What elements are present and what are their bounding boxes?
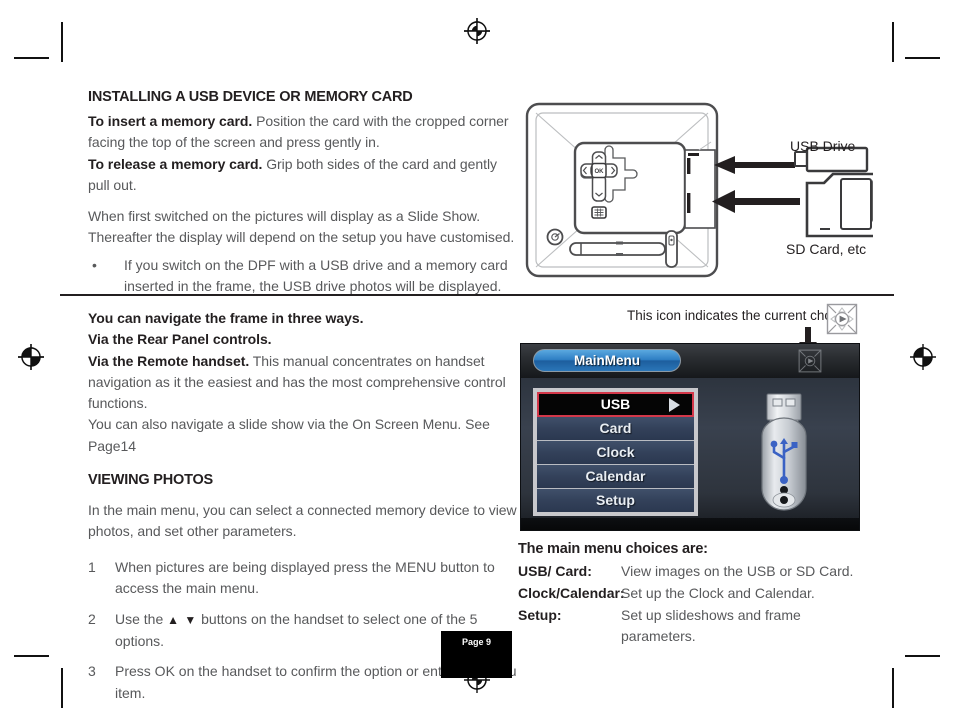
menu-choice-value-clock-calendar: Set up the Clock and Calendar. — [621, 585, 815, 602]
main-menu-tab[interactable]: MainMenu — [533, 349, 681, 372]
registration-mark-right — [910, 344, 936, 370]
menu-choice-key-clock-calendar: Clock/Calendar: — [518, 585, 625, 602]
navigate-line-4: You can also navigate a slide show via t… — [88, 416, 490, 454]
crop-mark-top-left-vertical — [61, 22, 63, 62]
current-choice-hint-label: This icon indicates the current choice — [627, 308, 850, 323]
menu-choice-value-setup: Set up slideshows and frame parameters. — [621, 607, 801, 645]
section-divider — [60, 294, 894, 296]
navigate-line-3: Via the Remote handset. This manual conc… — [88, 351, 518, 415]
menu-choice-key-usb-card: USB/ Card: — [518, 563, 592, 580]
usb-flash-drive-icon — [761, 393, 807, 511]
menu-choice-row-usb-card: USB/ Card: View images on the USB or SD … — [518, 561, 868, 582]
crop-mark-bottom-left-vertical — [61, 668, 63, 708]
crop-mark-bottom-right-horizontal — [905, 655, 940, 657]
menu-choices-heading: The main menu choices are: — [518, 541, 708, 557]
current-choice-icon — [826, 303, 858, 335]
navigate-line-3-lead: Via the Remote handset. — [88, 352, 250, 369]
crop-mark-bottom-right-vertical — [892, 668, 894, 708]
screen-bottom-bar — [521, 518, 859, 530]
navigate-line-2: Via the Rear Panel controls. — [88, 329, 518, 350]
menu-item-usb-arrow-icon — [669, 397, 680, 412]
main-menu-tab-label: MainMenu — [574, 353, 640, 368]
install-bullet-item: • If you switch on the DPF with a USB dr… — [88, 255, 518, 298]
menu-item-calendar-label: Calendar — [585, 468, 646, 484]
usb-slot — [687, 158, 691, 174]
sd-card-caption: SD Card, etc — [786, 241, 867, 257]
registration-mark-top — [464, 18, 490, 44]
slideshow-note: When first switched on the pictures will… — [88, 208, 515, 246]
menu-button-icon — [591, 206, 607, 219]
release-card-lead: To release a memory card. — [88, 155, 263, 172]
sd-card-illustration — [805, 172, 873, 238]
bullet-dot-icon: • — [92, 256, 97, 273]
current-choice-icon-on-screen — [798, 349, 822, 373]
release-card-paragraph: To release a memory card. Grip both side… — [88, 154, 518, 197]
menu-item-setup-label: Setup — [596, 492, 635, 508]
dpf-main-menu-screenshot: MainMenu USB Card Clock Calendar Setup — [520, 343, 860, 531]
stand-latch — [665, 230, 678, 268]
menu-item-setup[interactable]: Setup — [537, 489, 694, 512]
viewing-step-2-index: 2 — [88, 610, 96, 627]
menu-choice-row-setup: Setup: Set up slideshows and frame param… — [518, 605, 868, 647]
usb-drive-caption: USB Drive — [790, 138, 856, 154]
updown-arrow-icon: ▲ ▼ — [167, 612, 198, 627]
crop-mark-top-right-horizontal — [905, 57, 940, 59]
ok-button-label: OK — [595, 169, 605, 175]
page-number-label: Page 9 — [461, 637, 492, 647]
navigate-line-2-text: Via the Rear Panel controls. — [88, 331, 272, 348]
viewing-step-2-pre: Use the — [115, 610, 168, 627]
viewing-photos-intro: In the main menu, you can select a conne… — [88, 501, 517, 540]
menu-item-clock-label: Clock — [596, 444, 635, 460]
card-insert-arrow — [712, 190, 800, 213]
crop-mark-top-right-vertical — [892, 22, 894, 62]
navigate-line-1-text: You can navigate the frame in three ways… — [88, 310, 364, 326]
menu-item-card-label: Card — [599, 420, 632, 436]
page-number-box: Page 9 — [441, 631, 512, 678]
viewing-step-1-text: When pictures are being displayed press … — [115, 558, 495, 597]
viewing-photos-heading: VIEWING PHOTOS — [88, 471, 214, 488]
menu-item-card[interactable]: Card — [537, 417, 694, 441]
power-jack — [546, 228, 564, 246]
viewing-step-3-index: 3 — [88, 663, 96, 680]
install-bullet-text: If you switch on the DPF with a USB driv… — [124, 256, 508, 294]
usb-insert-arrow — [714, 156, 795, 174]
menu-item-calendar[interactable]: Calendar — [537, 465, 694, 489]
install-heading: INSTALLING A USB DEVICE OR MEMORY CARD — [88, 89, 413, 105]
manual-page: INSTALLING A USB DEVICE OR MEMORY CARD T… — [0, 0, 954, 716]
crop-mark-top-left-horizontal — [14, 57, 49, 59]
menu-choice-value-usb-card: View images on the USB or SD Card. — [621, 563, 854, 580]
menu-item-usb-label: USB — [600, 396, 631, 412]
insert-card-paragraph: To insert a memory card. Position the ca… — [88, 111, 518, 154]
menu-item-usb[interactable]: USB — [537, 392, 694, 417]
crop-mark-bottom-left-horizontal — [14, 655, 49, 657]
navigate-line-1: You can navigate the frame in three ways… — [88, 308, 518, 329]
insert-card-lead: To insert a memory card. — [88, 113, 253, 130]
menu-item-clock[interactable]: Clock — [537, 441, 694, 465]
card-slot — [687, 193, 691, 213]
frame-stand — [569, 241, 666, 256]
registration-mark-left — [18, 344, 44, 370]
main-menu-list: USB Card Clock Calendar Setup — [533, 388, 698, 516]
viewing-step-1: 1 When pictures are being displayed pres… — [88, 557, 518, 600]
menu-choices-section: The main menu choices are: USB/ Card: Vi… — [518, 540, 868, 648]
install-section: INSTALLING A USB DEVICE OR MEMORY CARD T… — [88, 88, 518, 297]
menu-choice-key-setup: Setup: — [518, 607, 562, 624]
menu-choice-row-clock-calendar: Clock/Calendar: Set up the Clock and Cal… — [518, 583, 868, 604]
viewing-step-1-index: 1 — [88, 558, 96, 575]
